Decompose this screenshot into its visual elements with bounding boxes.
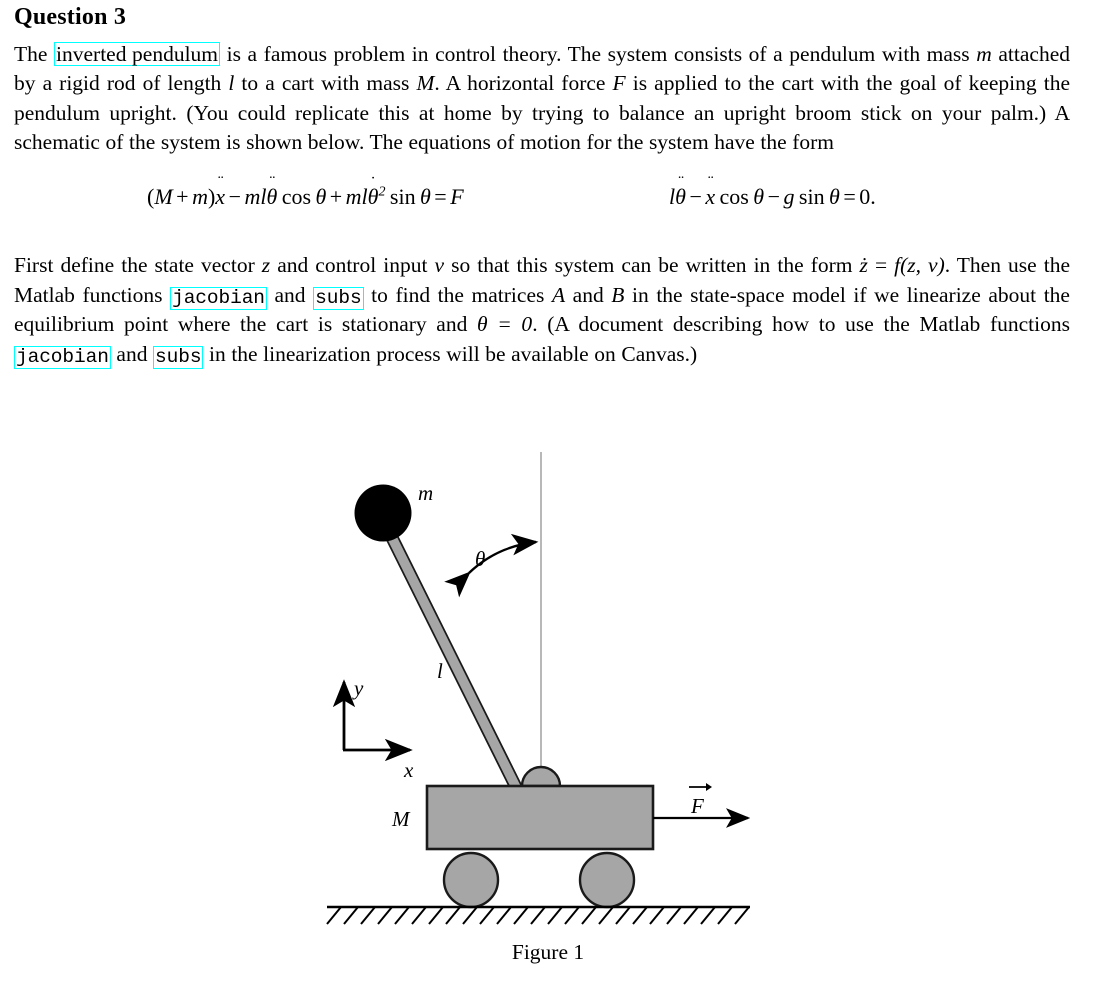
eq1-ml-1: ml [244, 183, 267, 209]
eq2-zero: 0. [859, 183, 876, 209]
instr-seg-6: and [266, 282, 314, 307]
label-cart-mass-M: M [391, 807, 411, 831]
eq2-theta-ddot: ¨ θ [675, 171, 686, 209]
label-axis-x: x [403, 758, 414, 782]
cart-body [425, 784, 655, 851]
figure-1: m θ l y x M F Figure 1 [0, 432, 1096, 984]
instr-seg-7: to find the matrices [363, 282, 552, 307]
pendulum-rod [371, 505, 543, 833]
eq2-g: g [783, 183, 795, 209]
paragraph-intro: The inverted pendulum is a famous proble… [14, 40, 1070, 158]
pivot-joint [520, 765, 562, 788]
link-subs-2[interactable]: subs [153, 345, 204, 370]
eq1-theta-ddot: ¨ θ [266, 171, 278, 209]
force-vector-accent [689, 783, 712, 791]
document-page: Question 3 The inverted pendulum is a fa… [0, 0, 1096, 984]
instr-seg-2: and control input [270, 252, 435, 277]
eq1-ml-2: ml [345, 183, 368, 209]
figure-caption: Figure 1 [511, 940, 585, 964]
eq1-plus-2: + [329, 183, 343, 209]
eq2-minus-1: − [689, 183, 702, 209]
pendulum-bob [354, 484, 412, 542]
equation-1: (M + m) ¨ x − ml ¨ θ cos θ + ml ˙ θ2 sin θ = F [147, 171, 464, 209]
link-jacobian-1[interactable]: jacobian [170, 286, 267, 311]
control-input-symbol: v [434, 252, 445, 277]
equation-2: l ¨ θ − ¨ x cos θ − g sin θ = 0. [669, 171, 876, 210]
label-axis-y: y [352, 676, 364, 700]
link-jacobian-2[interactable]: jacobian [14, 345, 111, 370]
eq1-exponent: 2 [378, 184, 386, 200]
paragraph-rest-line1: is a famous problem in control theory. T… [220, 41, 876, 66]
matrix-B-symbol: B [611, 282, 625, 307]
ground-hatching [326, 906, 750, 925]
eq2-equals: = [843, 183, 856, 209]
label-rod-length-l: l [437, 659, 443, 683]
eq1-theta-dot: ˙ θ [367, 172, 379, 209]
state-vector-symbol: z [261, 252, 271, 277]
eq2-x-ddot: ¨ x [705, 171, 716, 209]
eq1-cos: cos [281, 183, 312, 209]
matrix-A-symbol: A [551, 282, 566, 307]
inverted-pendulum-schematic: m θ l y x M F [326, 452, 751, 925]
label-force-F: F [690, 794, 704, 818]
eq2-theta-2: θ [829, 183, 840, 209]
eq2-theta-1: θ [753, 183, 765, 209]
eq1-m: m [192, 183, 208, 209]
cart-wheel-left [442, 851, 500, 909]
equations-row: (M + m) ¨ x − ml ¨ θ cos θ + ml ˙ θ2 sin θ = F l ¨ θ − ¨ x … [14, 171, 1070, 230]
instr-seg-4: = [867, 252, 895, 277]
page-title: Question 3 [14, 4, 127, 30]
cart-wheel-right [578, 851, 636, 909]
eq1-theta-1: θ [315, 183, 327, 209]
eq1-equals: = [434, 183, 447, 209]
instr-seg-12: in the linearization process will be ava… [203, 341, 698, 366]
eq2-cos: cos [719, 183, 749, 209]
eq1-plus: + [176, 183, 189, 209]
paragraph-instructions: First define the state vector z and cont… [14, 251, 1070, 370]
eq1-F: F [450, 183, 464, 209]
label-mass-m: m [418, 481, 433, 505]
instr-seg-3: so that this system can be written in th… [444, 252, 860, 277]
eq1-x-ddot: ¨ x [215, 171, 226, 209]
instr-seg-10: . (A document describing how to use the … [532, 312, 1070, 337]
link-inverted-pendulum[interactable]: inverted pendulum [54, 41, 221, 67]
zdot-symbol: ż [859, 252, 868, 277]
eq1-sin: sin [389, 183, 416, 209]
instr-seg-11: and [110, 341, 154, 366]
eq1-M: M [154, 183, 173, 209]
document-content: Question 3 The inverted pendulum is a fa… [14, 0, 1070, 370]
label-angle-theta: θ [475, 547, 485, 571]
paragraph-prefix: The [14, 41, 55, 66]
eq2-sin: sin [798, 183, 825, 209]
link-subs-1[interactable]: subs [313, 286, 364, 311]
f-of-z-v: f(z, v) [894, 252, 945, 277]
instr-seg-8: and [565, 282, 612, 307]
eq1-minus: − [228, 183, 241, 209]
instr-seg-1: First define the state vector [14, 252, 262, 277]
eq1-theta-2: θ [419, 183, 431, 209]
theta-equilibrium: θ = 0 [477, 312, 533, 337]
eq2-minus-2: − [767, 183, 780, 209]
